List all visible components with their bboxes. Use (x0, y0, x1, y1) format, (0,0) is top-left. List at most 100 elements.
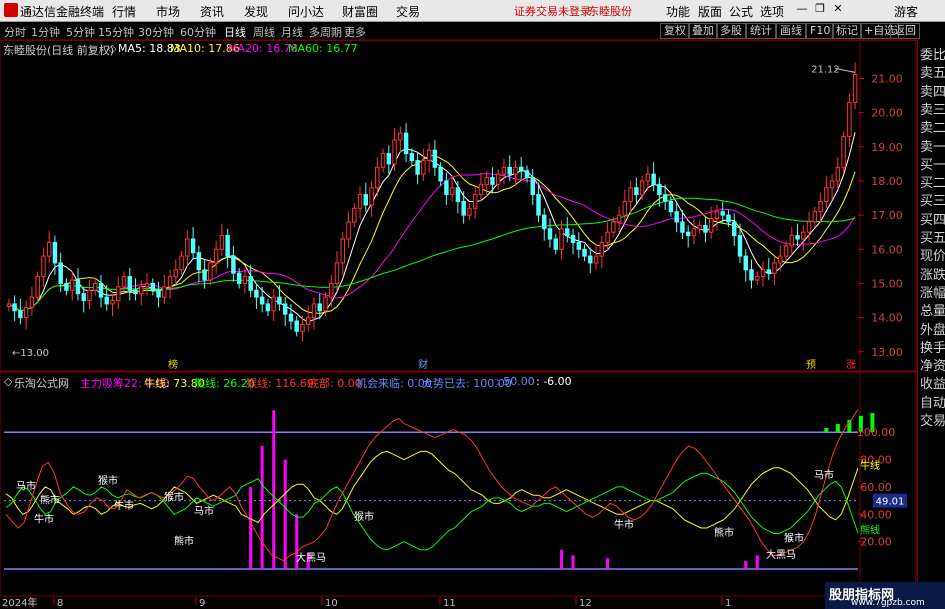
candle (6, 298, 12, 312)
candle-body (766, 269, 771, 274)
candle-body (726, 214, 731, 223)
candle (852, 62, 858, 110)
candle (41, 247, 46, 287)
side-panel-item[interactable]: 买二 (920, 172, 945, 191)
indicator-annotation: 熊市 (174, 534, 194, 547)
candle-body (415, 159, 420, 175)
candle (265, 298, 271, 316)
candle-body (231, 255, 236, 274)
candle-body (265, 303, 271, 312)
candle-body (64, 282, 69, 291)
side-panel-item[interactable]: 买三 (920, 190, 945, 209)
time-axis-label: 8 (57, 598, 63, 609)
candle (329, 274, 334, 308)
time-axis-label: 12 (579, 598, 592, 609)
candle-body (139, 286, 144, 295)
candle (559, 220, 564, 260)
indicator-annotation: 牛市 (614, 518, 634, 531)
side-panel-item[interactable]: 买五 (920, 227, 945, 246)
side-panel-item[interactable]: 卖三 (920, 99, 945, 118)
time-axis-label: 9 (199, 598, 205, 609)
candle-body (691, 228, 697, 237)
candle (242, 268, 248, 294)
candle (674, 203, 679, 233)
side-panel-item[interactable]: 净资 (920, 355, 945, 374)
accumulation-bar (755, 555, 759, 570)
side-panel-item[interactable]: 总量 (920, 300, 945, 319)
candle-body (432, 149, 438, 168)
indicator-collapse-icon[interactable]: ◇ (4, 375, 12, 388)
candle-body (196, 252, 202, 271)
side-panel-item[interactable]: 卖五 (920, 62, 945, 81)
candle-body (409, 153, 415, 161)
side-panel-item[interactable]: 现价 (920, 245, 945, 264)
side-panel-item[interactable]: 卖二 (920, 117, 945, 136)
low-marker-label: ←13.00 (12, 348, 49, 359)
candle (139, 280, 144, 306)
candle (29, 286, 35, 316)
time-axis-label: 11 (443, 598, 456, 609)
side-panel-item[interactable]: 换手 (920, 337, 945, 356)
side-panel-item[interactable]: 外盘 (920, 319, 945, 338)
signal-bar (824, 428, 829, 433)
candle (478, 172, 484, 202)
side-panel-item[interactable]: 涨幅 (920, 282, 945, 301)
candle-body (277, 296, 282, 305)
candle-body (208, 262, 213, 281)
candle (219, 223, 225, 257)
indicator-tick-label: 60.00 (860, 481, 892, 494)
side-panel-item[interactable]: 委比 (920, 44, 945, 63)
side-panel-item[interactable]: 卖一 (920, 136, 945, 155)
candle (766, 257, 771, 281)
accumulation-bar (283, 459, 287, 570)
candle (818, 192, 823, 222)
candle (426, 143, 432, 173)
candle (156, 281, 161, 308)
candle (110, 293, 115, 316)
candle-body (519, 166, 524, 172)
side-panel-item[interactable]: 交易 (920, 410, 945, 429)
candle-body (121, 276, 127, 288)
candle (213, 240, 219, 274)
candle (772, 256, 777, 286)
candle-body (444, 180, 449, 196)
candle (231, 245, 236, 282)
accumulation-bar (571, 555, 575, 570)
candle (824, 175, 829, 209)
indicator-tick-label: 40.00 (860, 508, 892, 521)
candle (225, 228, 230, 269)
indicator-value-label: 猴线: 116.69 (246, 377, 314, 390)
event-marker: 榜 (168, 358, 178, 371)
side-panel-item[interactable]: 买一 (920, 154, 945, 173)
side-panel-item[interactable]: 涨跌 (920, 264, 945, 283)
accumulation-bar (560, 549, 564, 570)
accumulation-bar (272, 410, 276, 570)
candle-body (162, 286, 167, 298)
side-panel-item[interactable]: 自动 (920, 392, 945, 411)
candle (795, 223, 800, 246)
candle-body (41, 255, 46, 278)
candle-body (605, 231, 610, 243)
candle (87, 280, 92, 310)
candle-body (484, 177, 489, 185)
side-panel-item[interactable]: 收益 (920, 373, 945, 392)
indicator-tick-label: 100.00 (857, 426, 896, 439)
candlestick-chart[interactable]: 13.00 14.00 15.00 16.00 17.00 18.00 19.00 20.00… (0, 0, 917, 609)
side-panel-item[interactable]: 买四 (920, 209, 945, 228)
candle-body (98, 282, 104, 298)
candle-body (570, 235, 576, 243)
candle-body (236, 272, 242, 284)
candle-body (213, 248, 219, 264)
candle (542, 208, 547, 241)
current-value-label: 49.01 (876, 497, 905, 508)
candle-body (104, 296, 109, 305)
candle-body (167, 276, 173, 288)
candle-body (841, 136, 846, 168)
candle (64, 278, 69, 296)
candle-body (288, 313, 294, 322)
side-panel-item[interactable]: 卖四 (920, 81, 945, 100)
candle (259, 286, 265, 313)
candle-body (778, 255, 783, 264)
candle (277, 285, 282, 311)
indicator-value-label: 底部: 0.00 (308, 377, 362, 390)
